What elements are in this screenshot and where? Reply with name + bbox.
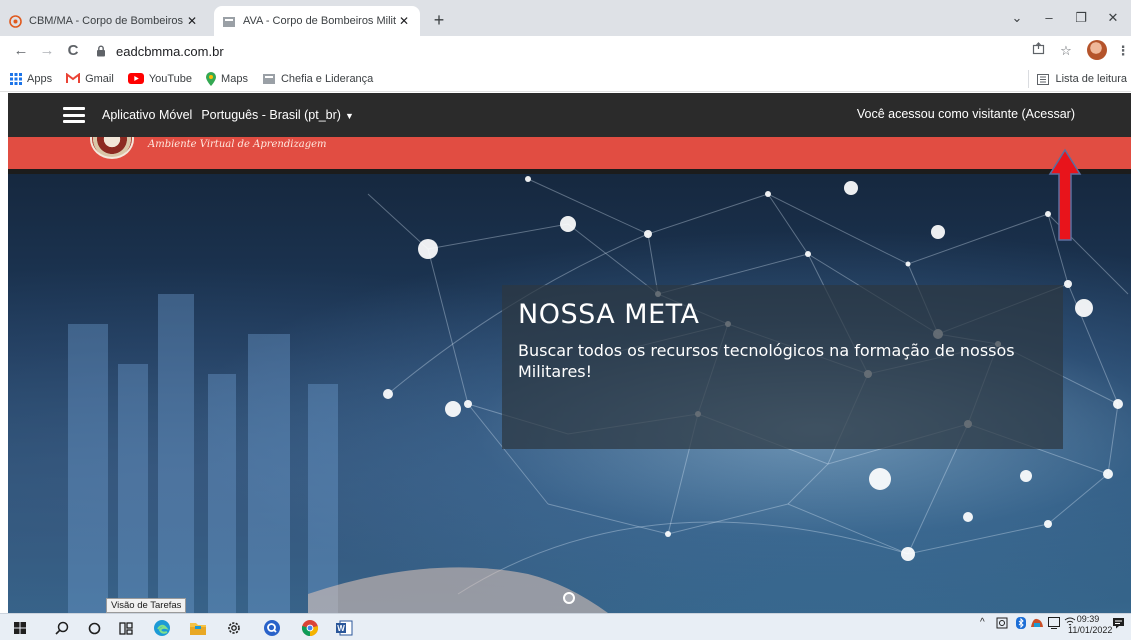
- cbm-favicon-icon: [8, 14, 22, 28]
- clock-time: 09:39: [1076, 614, 1100, 624]
- page-icon: [262, 72, 276, 85]
- share-icon[interactable]: [1027, 40, 1049, 62]
- bookmark-maps[interactable]: Maps: [206, 71, 248, 86]
- tab-search-dropdown-icon[interactable]: ⌄: [1001, 6, 1033, 30]
- site-navbar: Aplicativo Móvel Português - Brasil (pt_…: [8, 93, 1131, 137]
- bookmarks-bar: Apps Gmail YouTube Maps Chefia e Lideran…: [0, 66, 1131, 92]
- back-button[interactable]: ←: [10, 40, 32, 62]
- youtube-icon: [127, 73, 144, 84]
- mobile-app-link[interactable]: Aplicativo Móvel: [102, 108, 192, 122]
- slide-indicator[interactable]: [563, 592, 575, 604]
- bookmark-label: Maps: [221, 72, 248, 85]
- site-header-band: Ambiente Virtual de Aprendizagem: [8, 137, 1131, 169]
- hamburger-menu-icon[interactable]: [63, 107, 85, 123]
- reading-list-label: Lista de leitura: [1055, 73, 1127, 85]
- cortana-icon[interactable]: [84, 618, 104, 638]
- tab-title: AVA - Corpo de Bombeiros Milita: [243, 15, 396, 27]
- caret-down-icon: ▼: [344, 111, 354, 121]
- tab-cbm-ma[interactable]: CBM/MA - Corpo de Bombeiros ✕: [0, 6, 208, 36]
- bookmark-label: YouTube: [148, 72, 193, 85]
- file-explorer-icon[interactable]: [188, 618, 208, 638]
- tab-ava[interactable]: AVA - Corpo de Bombeiros Milita ✕: [214, 6, 420, 36]
- tray-overflow-icon[interactable]: ^: [980, 617, 985, 628]
- bookmark-apps[interactable]: Apps: [10, 72, 53, 85]
- new-tab-button[interactable]: +: [427, 10, 451, 32]
- tray-outlook-icon[interactable]: [996, 617, 1008, 632]
- tab-title: CBM/MA - Corpo de Bombeiros: [29, 15, 184, 27]
- browser-tab-strip: CBM/MA - Corpo de Bombeiros ✕ AVA - Corp…: [0, 0, 1131, 36]
- ava-favicon-icon: [222, 14, 236, 28]
- task-view-icon[interactable]: [116, 618, 136, 638]
- browser-toolbar: ← → C eadcbmma.com.br ☆ ⋮: [0, 36, 1131, 66]
- language-label: Português - Brasil (pt_br): [201, 108, 341, 122]
- bookmark-youtube[interactable]: YouTube: [127, 72, 193, 85]
- restore-button[interactable]: ❐: [1065, 6, 1097, 30]
- login-status-link[interactable]: Você acessou como visitante (Acessar): [857, 107, 1075, 121]
- windows-taskbar: W: [0, 613, 1131, 640]
- hero-text: Buscar todos os recursos tecnológicos na…: [518, 341, 1015, 381]
- site-tagline: Ambiente Virtual de Aprendizagem: [148, 139, 327, 150]
- lock-icon: [96, 45, 108, 57]
- minimize-button[interactable]: –: [1033, 6, 1065, 30]
- reading-list-icon: [1037, 73, 1050, 85]
- reload-button[interactable]: C: [62, 40, 84, 62]
- clock-date: 11/01/2022: [1068, 625, 1113, 635]
- apps-grid-icon: [10, 72, 22, 85]
- tab-close-icon[interactable]: ✕: [184, 14, 200, 28]
- tab-close-icon[interactable]: ✕: [396, 14, 412, 28]
- hero-slider[interactable]: NOSSA META Buscar todos os recursos tecn…: [8, 174, 1131, 613]
- notifications-icon[interactable]: [1112, 617, 1125, 632]
- edge-icon[interactable]: [152, 618, 172, 638]
- more-menu-icon[interactable]: ⋮: [1112, 40, 1131, 62]
- hero-title: NOSSA META: [518, 299, 700, 330]
- bookmark-label: Gmail: [85, 72, 114, 85]
- close-window-button[interactable]: ✕: [1097, 6, 1129, 30]
- gmail-icon: [66, 73, 81, 84]
- tray-display-icon[interactable]: [1048, 617, 1060, 632]
- hero-caption-box: NOSSA META Buscar todos os recursos tecn…: [502, 285, 1063, 449]
- bookmark-gmail[interactable]: Gmail: [66, 73, 114, 85]
- red-annotation-arrow: [1048, 148, 1082, 241]
- bluetooth-icon[interactable]: [1016, 617, 1026, 632]
- bookmark-chefia[interactable]: Chefia e Liderança: [262, 72, 373, 85]
- bookmark-label: Chefia e Liderança: [280, 72, 374, 85]
- tray-app-icon[interactable]: [1030, 617, 1044, 632]
- bookmark-label: Apps: [27, 72, 53, 85]
- windows-start-icon[interactable]: [10, 618, 30, 638]
- language-selector[interactable]: Português - Brasil (pt_br) ▼: [201, 108, 354, 122]
- task-view-tooltip: Visão de Tarefas: [106, 598, 187, 613]
- address-text: eadcbmma.com.br: [116, 43, 224, 59]
- forward-button[interactable]: →: [36, 40, 58, 62]
- search-icon[interactable]: [52, 618, 72, 638]
- word-icon[interactable]: W: [334, 618, 354, 638]
- reading-list-button[interactable]: Lista de leitura: [1028, 70, 1127, 88]
- chrome-icon[interactable]: [300, 618, 320, 638]
- profile-avatar[interactable]: [1087, 40, 1107, 60]
- bookmark-star-icon[interactable]: ☆: [1055, 40, 1077, 62]
- settings-gear-icon[interactable]: [224, 618, 244, 638]
- taskbar-clock[interactable]: 09:39 11/01/2022: [1068, 614, 1113, 636]
- maps-pin-icon: [206, 71, 217, 86]
- app-q-icon[interactable]: [262, 618, 282, 638]
- address-bar[interactable]: eadcbmma.com.br: [96, 39, 1026, 63]
- cbm-crest-logo[interactable]: [90, 137, 134, 159]
- svg-text:W: W: [337, 624, 345, 633]
